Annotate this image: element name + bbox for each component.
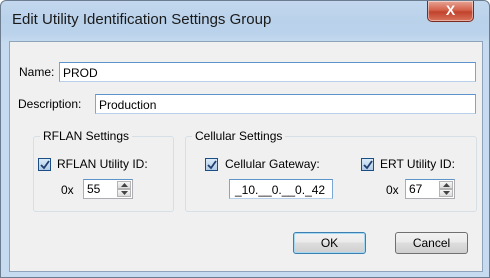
ert-utility-id-stepper[interactable]: 67 <box>405 179 455 199</box>
ert-hex-prefix: 0x <box>386 183 399 197</box>
name-field[interactable]: PROD <box>59 62 476 82</box>
ert-utility-id-value: 67 <box>409 182 423 196</box>
rflan-group-title: RFLAN Settings <box>40 129 133 143</box>
ert-utility-id-checkbox[interactable] <box>361 158 374 171</box>
checkmark-icon <box>363 160 373 170</box>
close-button[interactable]: X <box>427 1 474 22</box>
rflan-spin-buttons <box>117 181 131 197</box>
cellular-gateway-ip-field[interactable]: _10.__0.__0._42 <box>229 179 333 199</box>
rflan-utility-id-label: RFLAN Utility ID: <box>57 157 148 171</box>
name-label: Name: <box>19 65 55 79</box>
spin-down-arrow-icon <box>121 191 128 195</box>
rflan-settings-group: RFLAN Settings RFLAN Utility ID: 0x 55 <box>33 129 174 212</box>
title-bar[interactable]: Edit Utility Identification Settings Gro… <box>1 1 489 41</box>
rflan-utility-id-value: 55 <box>87 182 101 196</box>
close-icon: X <box>445 2 456 18</box>
dialog-body: Name: PROD Description: Production RFLAN… <box>9 41 483 272</box>
spin-up-arrow-icon <box>443 183 450 187</box>
rflan-utility-id-checkbox[interactable] <box>38 158 51 171</box>
checkmark-icon <box>40 160 50 170</box>
cellular-gateway-checkbox[interactable] <box>205 158 218 171</box>
spin-up-arrow-icon <box>121 183 128 187</box>
rflan-spin-up-button[interactable] <box>117 181 131 189</box>
cellular-settings-group: Cellular Settings Cellular Gateway: _10.… <box>185 129 477 212</box>
description-field[interactable]: Production <box>95 94 476 114</box>
cancel-button[interactable]: Cancel <box>395 232 468 254</box>
dialog-title: Edit Utility Identification Settings Gro… <box>12 11 272 28</box>
cellular-group-title: Cellular Settings <box>192 129 286 143</box>
spin-down-arrow-icon <box>443 191 450 195</box>
checkmark-icon <box>207 160 217 170</box>
cellular-gateway-label: Cellular Gateway: <box>225 157 320 171</box>
ok-button[interactable]: OK <box>293 232 366 254</box>
ert-spin-buttons <box>439 181 453 197</box>
ert-spin-down-button[interactable] <box>439 189 453 197</box>
description-label: Description: <box>18 97 82 111</box>
rflan-spin-down-button[interactable] <box>117 189 131 197</box>
dialog-window: Edit Utility Identification Settings Gro… <box>0 0 490 278</box>
rflan-utility-id-stepper[interactable]: 55 <box>83 179 133 199</box>
ert-utility-id-label: ERT Utility ID: <box>380 157 455 171</box>
ert-spin-up-button[interactable] <box>439 181 453 189</box>
rflan-hex-prefix: 0x <box>61 183 74 197</box>
